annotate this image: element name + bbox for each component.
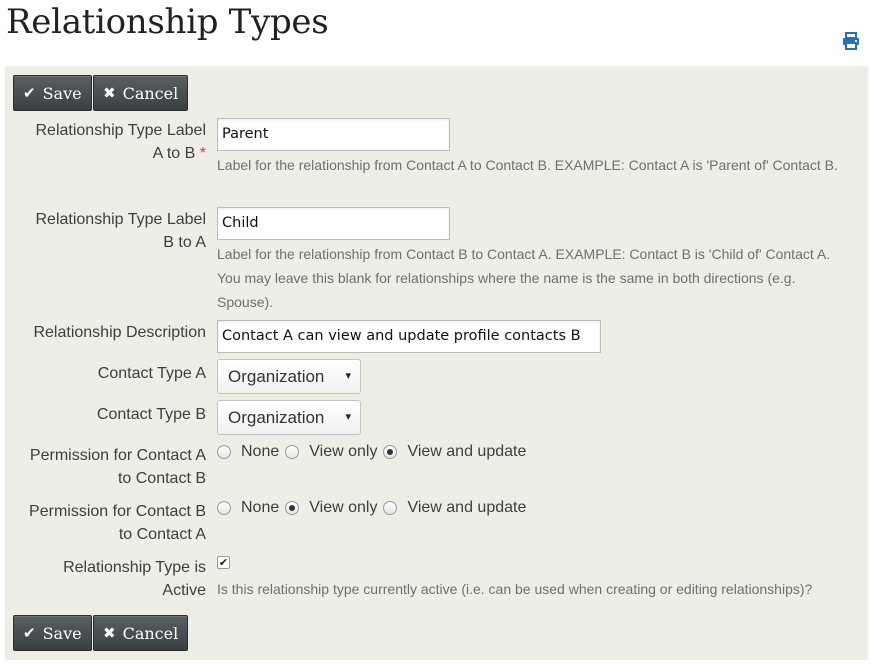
save-button-label: Save: [42, 83, 82, 103]
close-icon: ✖: [103, 624, 116, 642]
close-icon: ✖: [103, 84, 116, 102]
checkmark-icon: ✔: [23, 84, 36, 102]
permission-b-a-label: Permission for Contact B to Contact A: [29, 503, 206, 543]
cancel-button[interactable]: ✖ Cancel: [93, 75, 189, 111]
permission-b-a-none-radio[interactable]: [217, 501, 231, 515]
permission-b-a-view-update-radio[interactable]: [383, 501, 398, 515]
is-active-help: Is this relationship type currently acti…: [217, 581, 813, 597]
label-a-to-b-input[interactable]: Parent: [217, 118, 450, 151]
label-a-to-b-label: Relationship Type Label A to B *: [35, 122, 207, 162]
permission-a-b-radios: None View only View and update: [217, 443, 532, 461]
cancel-button-label: Cancel: [122, 623, 179, 643]
required-marker: *: [199, 145, 206, 162]
permission-b-a-radios: None View only View and update: [217, 499, 532, 517]
save-button-label: Save: [42, 623, 82, 643]
permission-a-b-label: Permission for Contact A to Contact B: [29, 447, 206, 487]
cancel-button-label: Cancel: [122, 83, 179, 103]
page-title: Relationship Types: [6, 2, 329, 42]
contact-type-b-label: Contact Type B: [96, 406, 206, 423]
save-button-bottom[interactable]: ✔ Save: [13, 615, 92, 651]
description-label: Relationship Description: [33, 324, 206, 341]
chevron-down-icon: ▾: [345, 411, 351, 423]
permission-a-b-none-radio[interactable]: [217, 445, 231, 459]
description-input[interactable]: Contact A can view and update profile co…: [217, 320, 601, 353]
permission-a-b-view-update-radio[interactable]: [383, 445, 398, 459]
label-b-to-a-label: Relationship Type Label B to A: [35, 211, 207, 251]
save-button[interactable]: ✔ Save: [13, 75, 92, 111]
contact-type-b-select[interactable]: Organization ▾: [217, 400, 361, 435]
checkmark-icon: ✔: [23, 624, 36, 642]
print-icon[interactable]: [841, 31, 861, 51]
radio-label: View only: [309, 499, 378, 516]
radio-label: View only: [309, 443, 378, 460]
label-b-to-a-help: Label for the relationship from Contact …: [217, 246, 831, 310]
radio-label: None: [241, 443, 280, 460]
permission-a-b-view-only-radio[interactable]: [285, 445, 300, 459]
contact-type-a-label: Contact Type A: [97, 365, 206, 382]
is-active-checkbox[interactable]: ✔: [217, 556, 230, 569]
cancel-button-bottom[interactable]: ✖ Cancel: [93, 615, 189, 651]
chevron-down-icon: ▾: [345, 370, 351, 382]
is-active-label: Relationship Type is Active: [63, 559, 206, 599]
label-a-to-b-help: Label for the relationship from Contact …: [217, 157, 838, 173]
radio-label: None: [241, 499, 280, 516]
contact-type-a-select[interactable]: Organization ▾: [217, 359, 361, 394]
label-b-to-a-input[interactable]: Child: [217, 207, 450, 240]
permission-b-a-view-only-radio[interactable]: [285, 501, 300, 515]
radio-label: View and update: [407, 443, 527, 460]
radio-label: View and update: [407, 499, 527, 516]
